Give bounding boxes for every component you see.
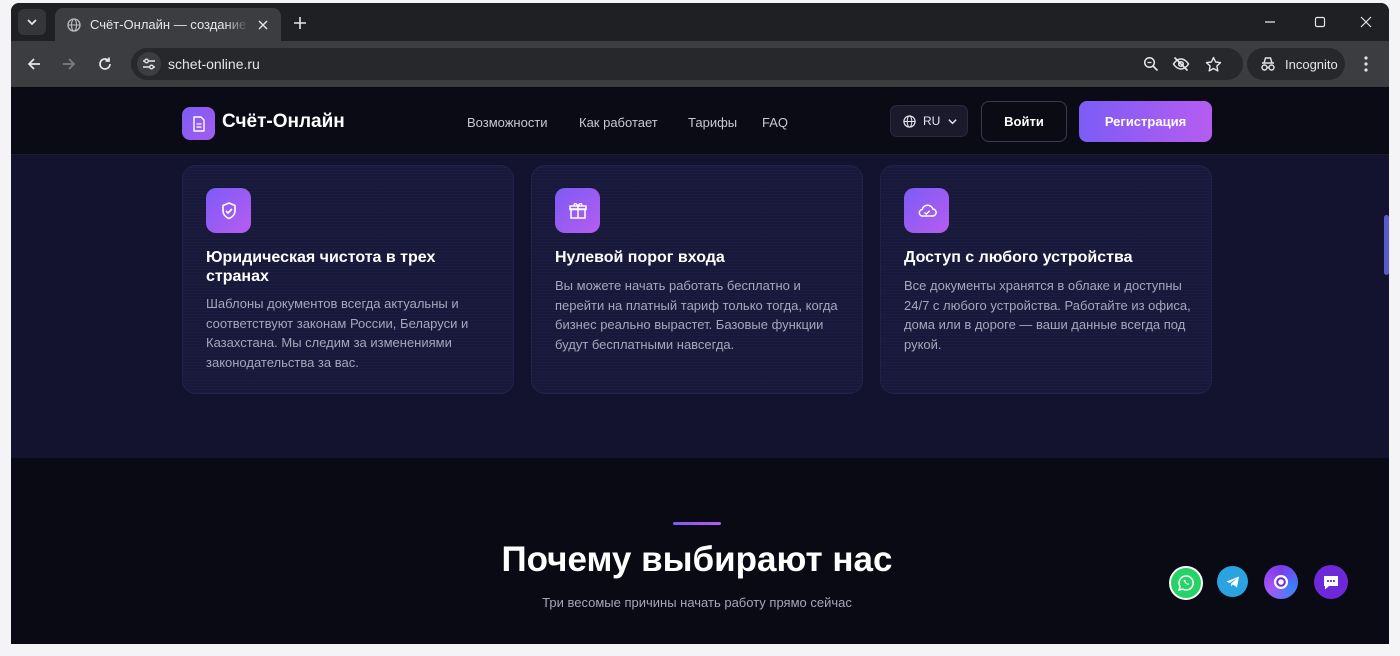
star-icon[interactable]	[1203, 54, 1223, 74]
close-window-button[interactable]	[1343, 3, 1389, 41]
nav-pricing[interactable]: Тарифы	[688, 115, 737, 130]
arrow-right-icon	[63, 58, 76, 70]
nav-features[interactable]: Возможности	[467, 115, 548, 130]
feature-card: Юридическая чистота в трех странах Шабло…	[182, 165, 514, 394]
reload-icon	[99, 57, 111, 70]
language-label: RU	[923, 114, 941, 128]
web-page: Юридическая чистота в трех странах Шабло…	[11, 87, 1389, 644]
shield-check-icon	[206, 188, 251, 233]
forward-button[interactable]	[56, 51, 82, 77]
minimize-icon	[1265, 21, 1275, 23]
cloud-icon	[904, 188, 949, 233]
more-vertical-icon	[1364, 56, 1368, 72]
tune-icon	[143, 58, 155, 70]
tab-strip: Счёт-Онлайн — создание счетов	[11, 3, 1389, 41]
incognito-icon	[1261, 57, 1275, 71]
feature-text: Шаблоны документов всегда актуальны и со…	[206, 296, 469, 370]
feature-card: Доступ с любого устройства Все документы…	[880, 165, 1212, 394]
chevron-down-icon	[948, 118, 958, 124]
browser-window: Счёт-Онлайн — создание счетов	[11, 3, 1389, 644]
browser-tab[interactable]: Счёт-Онлайн — создание счетов	[55, 8, 281, 41]
zoom-icon[interactable]	[1141, 54, 1161, 74]
chat-button[interactable]	[1314, 565, 1348, 599]
telegram-button[interactable]	[1217, 566, 1248, 597]
plus-icon	[294, 17, 306, 29]
document-icon[interactable]	[182, 107, 215, 140]
back-button[interactable]	[21, 51, 47, 77]
globe-icon	[67, 17, 81, 32]
incognito-label: Incognito	[1285, 56, 1338, 72]
nav-how-it-works[interactable]: Как работает	[579, 115, 658, 130]
incognito-badge[interactable]: Incognito	[1247, 48, 1345, 80]
browser-toolbar: schet-online.ru Incognito	[11, 41, 1389, 87]
eye-off-icon[interactable]	[1171, 54, 1191, 74]
maximize-icon	[1314, 16, 1326, 28]
chevron-down-icon	[27, 19, 37, 26]
whatsapp-button[interactable]	[1169, 566, 1203, 600]
browser-menu-button[interactable]	[1355, 53, 1377, 75]
feature-text: Вы можете начать работать бесплатно и пе…	[555, 278, 838, 352]
nav-faq[interactable]: FAQ	[762, 115, 788, 130]
minimize-button[interactable]	[1247, 3, 1293, 41]
reload-button[interactable]	[92, 51, 118, 77]
close-icon	[1360, 16, 1372, 28]
address-bar[interactable]: schet-online.ru	[131, 48, 1243, 80]
arrow-left-icon	[27, 58, 40, 70]
globe-icon	[903, 114, 916, 128]
chat-icon	[1324, 575, 1338, 589]
site-header: Счёт-Онлайн Возможности Как работает Тар…	[11, 87, 1389, 155]
logo-text[interactable]: Счёт-Онлайн	[222, 111, 345, 133]
language-selector[interactable]: RU	[890, 105, 968, 137]
feature-text: Все документы хранятся в облаке и доступ…	[904, 278, 1191, 352]
max-messenger-button[interactable]	[1264, 565, 1298, 599]
feature-title: Нулевой порог входа	[555, 249, 725, 266]
maximize-button[interactable]	[1297, 3, 1343, 41]
whatsapp-icon	[1177, 575, 1194, 592]
url-text: schet-online.ru	[168, 56, 260, 72]
feature-title: Доступ с любого устройства	[904, 249, 1133, 266]
feature-card: Нулевой порог входа Вы можете начать раб…	[531, 165, 863, 394]
section-accent-line	[673, 522, 721, 525]
close-icon[interactable]	[255, 17, 271, 33]
tab-search-button[interactable]	[18, 9, 46, 35]
page-scrollbar[interactable]	[1384, 215, 1389, 275]
register-button[interactable]: Регистрация	[1079, 101, 1212, 142]
tab-title: Счёт-Онлайн — создание счетов	[90, 17, 249, 32]
chat-bubble-icon	[1274, 575, 1288, 589]
site-info-button[interactable]	[137, 52, 161, 76]
why-section: Почему выбирают нас Три весомые причины …	[11, 458, 1389, 644]
new-tab-button[interactable]	[289, 12, 311, 34]
gift-icon	[555, 188, 600, 233]
login-button[interactable]: Войти	[981, 101, 1067, 142]
telegram-icon	[1226, 576, 1239, 587]
feature-title: Юридическая чистота в трех странах	[206, 249, 436, 285]
